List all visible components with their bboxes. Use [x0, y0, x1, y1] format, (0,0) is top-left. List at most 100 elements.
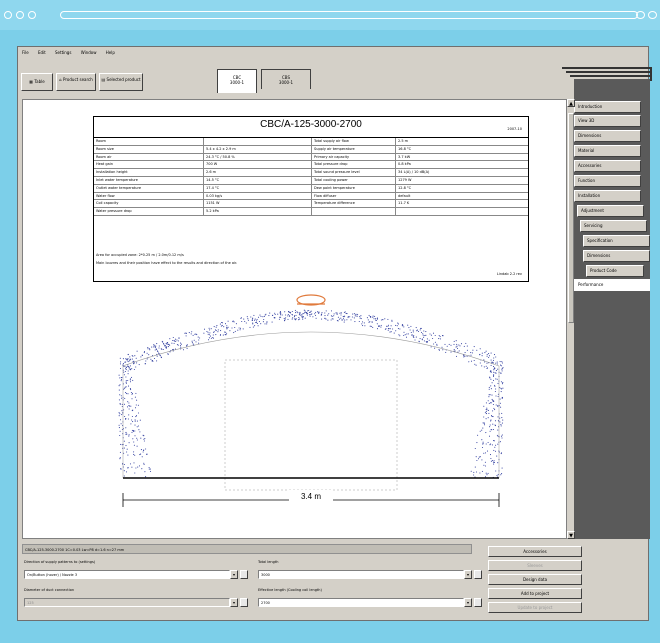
sidetab-servicing[interactable]: Servicing	[580, 220, 647, 232]
air-dot	[224, 323, 227, 325]
sidetab-material[interactable]: Material	[574, 145, 641, 157]
chevron-down-icon[interactable]: ▾	[230, 598, 238, 607]
air-dot	[355, 314, 357, 316]
sidetab-dimensions-2[interactable]: Dimensions	[583, 250, 650, 262]
menu-window[interactable]: Window	[81, 50, 97, 55]
air-dot	[277, 313, 279, 315]
air-dot	[360, 315, 362, 317]
sidetab-product-code[interactable]: Product Code	[586, 265, 644, 277]
air-dot	[500, 435, 503, 437]
air-dot	[351, 316, 353, 318]
menu-help[interactable]: Help	[106, 50, 115, 55]
air-dot	[235, 323, 237, 325]
window-dot-icon	[28, 11, 36, 19]
menu-settings[interactable]: Settings	[55, 50, 71, 55]
air-dot	[133, 451, 135, 453]
air-dot	[494, 425, 497, 427]
air-dot	[167, 341, 169, 344]
air-dot	[128, 435, 130, 437]
table-cell: 700 W	[204, 161, 312, 169]
sleeves-button[interactable]: Sleeves	[488, 560, 582, 571]
table-button[interactable]: ▦ Table	[21, 73, 53, 91]
product-search-button[interactable]: ⌂ Product search	[56, 73, 96, 91]
add-to-project-button[interactable]: Add to project	[488, 588, 582, 599]
air-dot	[158, 345, 160, 347]
sidetab-dimensions[interactable]: Dimensions	[574, 130, 641, 142]
air-dot	[489, 424, 491, 426]
effective-length-select[interactable]: 2700	[258, 598, 464, 607]
air-dot	[501, 467, 503, 469]
air-dot	[120, 395, 122, 397]
design-data-button[interactable]: Design data	[488, 574, 582, 585]
chevron-down-icon[interactable]: ▾	[464, 598, 472, 607]
air-dot	[172, 348, 174, 351]
air-dot	[490, 370, 492, 372]
window-dot-icon	[4, 11, 12, 19]
air-dot	[456, 345, 458, 347]
menu-file[interactable]: File	[22, 50, 29, 55]
air-dot	[149, 470, 152, 472]
air-dot	[409, 329, 411, 331]
direction-edit-button[interactable]	[240, 570, 248, 579]
air-dot	[495, 370, 497, 372]
connection-edit-button[interactable]	[240, 598, 248, 607]
occupied-zone	[224, 359, 398, 491]
air-dot	[217, 329, 219, 331]
sidetab-accessories[interactable]: Accessories	[574, 160, 641, 172]
sidetab-adjustment[interactable]: Adjustment	[577, 205, 644, 217]
air-dot	[193, 339, 195, 341]
chevron-down-icon[interactable]: ▾	[464, 570, 472, 579]
chevron-down-icon[interactable]: ▾	[230, 570, 238, 579]
tab-cbc[interactable]: CBC 3000-1	[217, 69, 257, 93]
effective-length-edit-button[interactable]	[474, 598, 482, 607]
air-dot	[492, 400, 494, 402]
air-dot	[302, 318, 304, 320]
air-dot	[499, 361, 501, 363]
tab-cbs[interactable]: CBS 3000-1	[261, 69, 311, 89]
sidetab-introduction[interactable]: Introduction	[574, 101, 641, 113]
air-dot	[425, 331, 427, 333]
sidetab-view-3d[interactable]: View 3D	[574, 115, 641, 127]
air-dot	[387, 327, 389, 330]
air-dot	[307, 310, 309, 312]
air-dot	[217, 331, 219, 333]
air-dot	[127, 454, 129, 456]
air-dot	[124, 387, 126, 389]
scroll-down-icon[interactable]: ▼	[567, 531, 575, 539]
table-cell: 2.5 m	[398, 139, 409, 143]
air-dot	[124, 361, 126, 363]
scroll-thumb[interactable]	[568, 113, 574, 323]
direction-select[interactable]: On/Button (hover) / Nozzle 3	[24, 570, 230, 579]
air-dot	[441, 335, 444, 337]
air-dot	[482, 441, 484, 443]
scroll-up-icon[interactable]: ▲	[567, 99, 575, 107]
air-dot	[209, 329, 211, 331]
menu-edit[interactable]: Edit	[38, 50, 46, 55]
pill-end-icon	[648, 11, 657, 19]
selected-product-button[interactable]: ▤ Selected product	[99, 73, 143, 91]
air-dot	[341, 319, 343, 321]
sidetab-specification[interactable]: Specification	[583, 235, 650, 247]
accessories-button[interactable]: Accessories	[488, 546, 582, 557]
air-dot	[439, 336, 441, 338]
sidetab-function[interactable]: Function	[574, 175, 641, 187]
length-edit-button[interactable]	[474, 570, 482, 579]
air-dot	[120, 378, 123, 380]
air-dot	[253, 314, 255, 316]
connection-select[interactable]: 125	[24, 598, 230, 607]
air-dot	[502, 387, 504, 389]
air-dot	[148, 348, 151, 350]
air-dot	[336, 312, 338, 314]
length-select[interactable]: 3000	[258, 570, 464, 579]
table-cell: 16.8 °C	[398, 146, 412, 151]
air-dot	[488, 386, 490, 388]
air-dot	[299, 318, 301, 320]
update-to-project-button[interactable]: Update to project	[488, 602, 582, 613]
vertical-scrollbar[interactable]: ▲ ▼	[566, 99, 575, 539]
sidetab-installation[interactable]: Installation	[574, 190, 641, 202]
air-dot	[154, 349, 156, 351]
sidetab-performance[interactable]: Performance	[574, 279, 650, 291]
air-dot	[364, 325, 366, 327]
air-dot	[123, 403, 126, 405]
air-dot	[244, 320, 246, 322]
